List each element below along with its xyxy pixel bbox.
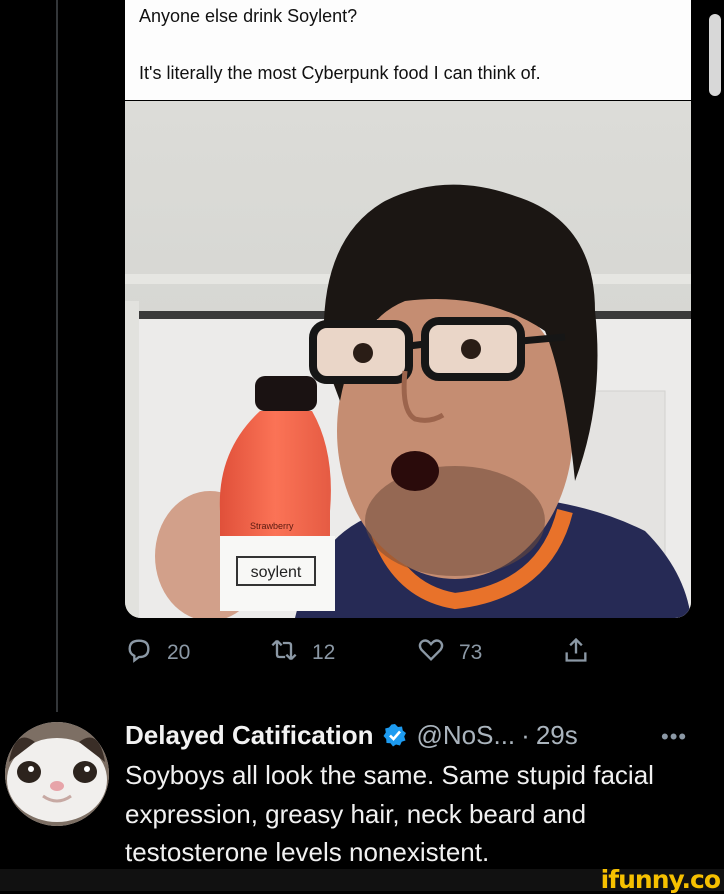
bottle-brand-label: soylent — [251, 564, 302, 581]
user-handle[interactable]: @NoS... — [417, 720, 516, 751]
timestamp[interactable]: 29s — [536, 720, 578, 751]
retweet-icon — [270, 636, 298, 670]
verified-badge-icon — [383, 724, 406, 747]
reply-header: Delayed Catification @NoS... · 29s — [125, 716, 578, 754]
ifunny-watermark: ifunny.co — [600, 865, 721, 894]
tweet-actions: 20 12 73 — [125, 636, 605, 670]
reply-icon — [125, 636, 153, 670]
reply-button[interactable]: 20 — [125, 636, 190, 670]
display-name[interactable]: Delayed Catification — [125, 720, 374, 751]
scrollbar[interactable] — [709, 14, 721, 96]
like-count: 73 — [459, 641, 483, 664]
share-button[interactable] — [562, 636, 590, 670]
quoted-tweet-line-1: Anyone else drink Soylent? — [139, 6, 358, 26]
retweet-count: 12 — [312, 641, 336, 664]
more-options-icon[interactable]: ••• — [661, 724, 687, 750]
share-icon — [562, 636, 590, 670]
quoted-tweet-line-2: It's literally the most Cyberpunk food I… — [139, 63, 541, 83]
reply-count: 20 — [167, 641, 191, 664]
tweet-photo[interactable]: soylent Strawberry — [125, 101, 691, 618]
avatar[interactable] — [5, 722, 109, 826]
heart-icon — [417, 636, 445, 670]
bottle-flavor-label: Strawberry — [250, 521, 294, 531]
retweet-button[interactable]: 12 — [270, 636, 335, 670]
reply-text: Soyboys all look the same. Same stupid f… — [125, 760, 654, 867]
thread-line — [56, 0, 58, 712]
like-button[interactable]: 73 — [417, 636, 482, 670]
quoted-tweet-card[interactable]: Anyone else drink Soylent? It's literall… — [125, 0, 691, 100]
separator-dot: · — [521, 719, 530, 750]
